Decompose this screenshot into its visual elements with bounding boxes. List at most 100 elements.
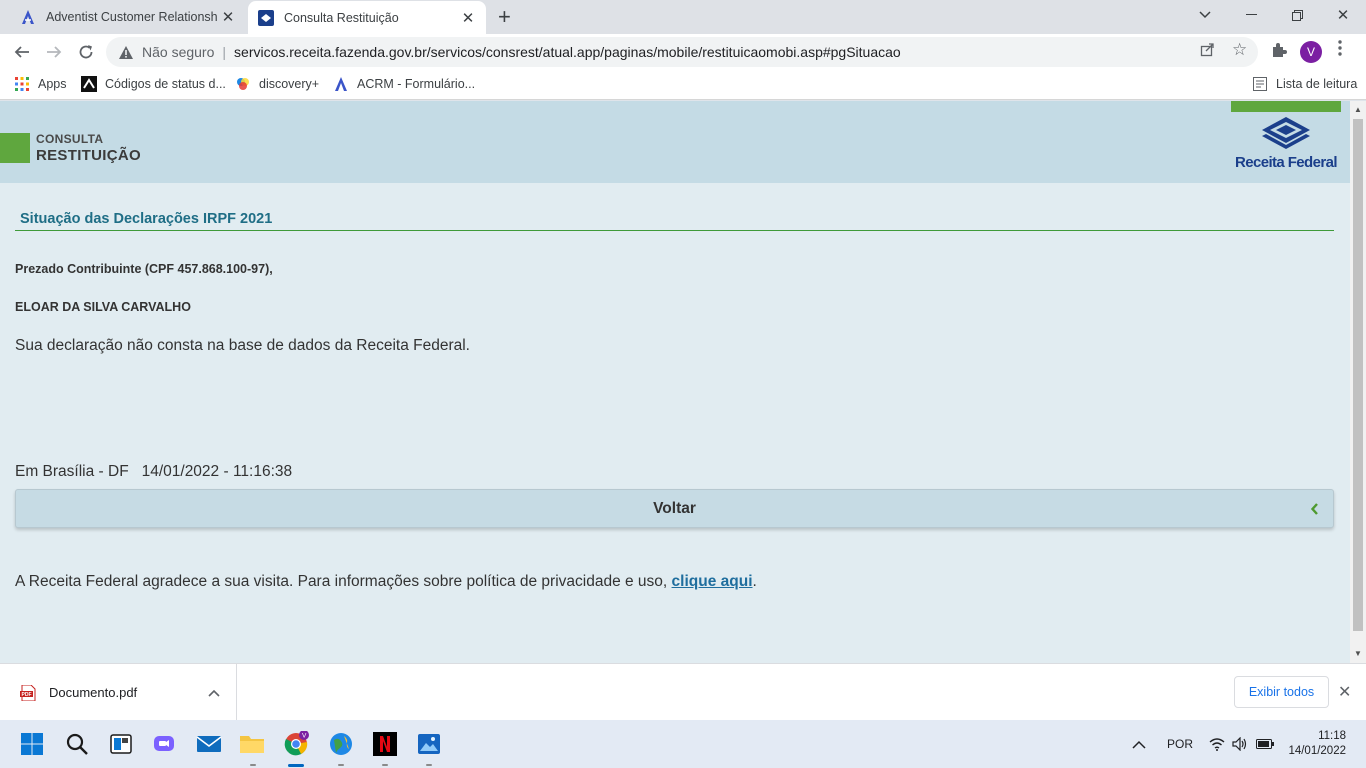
running-indicator (382, 764, 388, 766)
share-icon[interactable] (1200, 42, 1215, 61)
chevron-up-icon[interactable] (208, 685, 220, 700)
bookmark-label: ACRM - Formulário... (357, 77, 476, 91)
close-window-icon[interactable]: ✕ (1320, 0, 1366, 30)
back-icon[interactable] (8, 38, 36, 66)
bookmark-status-codes[interactable]: Códigos de status d... (81, 76, 226, 92)
minimize-icon[interactable] (1228, 0, 1274, 30)
place-date-text: Em Brasília - DF 14/01/2022 - 11:16:38 (15, 463, 293, 480)
restore-icon[interactable] (1274, 0, 1320, 30)
bookmark-discovery[interactable]: discovery+ (235, 76, 319, 92)
close-download-bar-icon[interactable]: ✕ (1338, 682, 1351, 702)
header-line-1: CONSULTA (36, 132, 104, 146)
reading-list-icon (1252, 76, 1268, 92)
menu-kebab-icon[interactable] (1338, 40, 1342, 61)
volume-icon[interactable] (1232, 720, 1248, 768)
tab-close-icon[interactable]: ✕ (218, 8, 238, 26)
netflix-icon[interactable] (369, 728, 401, 760)
scroll-down-icon[interactable]: ▼ (1350, 647, 1366, 661)
chat-icon[interactable] (148, 728, 180, 760)
footer-message: A Receita Federal agradece a sua visita.… (15, 573, 672, 590)
logo-text: Receita Federal (1235, 154, 1337, 171)
extensions-icon[interactable] (1270, 41, 1288, 64)
reading-list-label: Lista de leitura (1276, 77, 1358, 91)
download-filename: Documento.pdf (49, 685, 138, 700)
photos-icon[interactable] (413, 728, 445, 760)
header-line-2: RESTITUIÇÃO (36, 147, 141, 164)
mail-icon[interactable] (193, 728, 225, 760)
bookmark-label: discovery+ (259, 77, 320, 91)
warning-icon[interactable] (118, 44, 134, 60)
pdf-file-icon: PDF (20, 684, 36, 701)
active-app-indicator (288, 764, 304, 767)
footer-end: . (752, 573, 757, 590)
windows-start-icon[interactable] (16, 728, 48, 760)
page-viewport: CONSULTA RESTITUIÇÃO Receita Federal Sit… (0, 101, 1350, 663)
new-tab-icon[interactable]: + (498, 6, 511, 28)
back-button[interactable]: Voltar (15, 489, 1334, 528)
url-text[interactable]: servicos.receita.fazenda.gov.br/servicos… (234, 44, 901, 60)
apps-grid-icon (14, 76, 30, 92)
privacy-link[interactable]: clique aqui (672, 573, 753, 590)
reading-list-button[interactable]: Lista de leitura (1252, 76, 1357, 92)
acrm-favicon-icon (333, 76, 349, 92)
status-message: Sua declaração não consta na base de dad… (15, 337, 470, 354)
browser-globe-icon[interactable] (325, 728, 357, 760)
bookmark-apps[interactable]: Apps (14, 76, 67, 92)
tray-overflow-icon[interactable] (1132, 720, 1146, 768)
svg-text:V: V (302, 733, 307, 740)
windows-taskbar: V POR 11:18 14/01/2022 (0, 720, 1366, 768)
security-label[interactable]: Não seguro (142, 44, 214, 60)
header-accent-bar (1231, 101, 1341, 112)
codes-favicon-icon (81, 76, 97, 92)
tab-adventist[interactable]: Adventist Customer Relationship ✕ (10, 0, 246, 34)
tab-consulta-restituicao[interactable]: Consulta Restituição ✕ (248, 1, 486, 34)
acrm-favicon-icon (20, 9, 36, 25)
running-indicator (338, 764, 344, 766)
download-bar: PDF Documento.pdf Exibir todos ✕ (0, 663, 1366, 721)
profile-avatar[interactable]: V (1300, 41, 1322, 63)
forward-icon[interactable] (40, 38, 68, 66)
receita-favicon-icon (258, 9, 274, 26)
show-all-downloads-button[interactable]: Exibir todos (1234, 676, 1329, 708)
clock-date: 14/01/2022 (1288, 745, 1346, 757)
running-indicator (250, 764, 256, 766)
download-item[interactable]: PDF Documento.pdf (0, 664, 237, 721)
file-explorer-icon[interactable] (236, 728, 268, 760)
browser-toolbar: Não seguro | servicos.receita.fazenda.go… (0, 34, 1366, 70)
clock-time: 11:18 (1318, 730, 1346, 742)
bookmark-label: Apps (38, 77, 67, 91)
scroll-up-icon[interactable]: ▲ (1350, 103, 1366, 117)
bookmarks-bar: Apps Códigos de status d... discovery+ A… (0, 70, 1366, 100)
task-view-icon[interactable] (105, 728, 137, 760)
footer-text: A Receita Federal agradece a sua visita.… (15, 573, 757, 591)
vertical-scrollbar[interactable]: ▲ ▼ (1350, 101, 1366, 663)
back-button-label: Voltar (653, 499, 696, 517)
bookmark-acrm[interactable]: ACRM - Formulário... (333, 76, 475, 92)
running-indicator (426, 764, 432, 766)
discovery-favicon-icon (235, 76, 251, 92)
chrome-icon[interactable]: V (280, 728, 312, 760)
search-icon[interactable] (61, 728, 93, 760)
greeting-text: Prezado Contribuinte (CPF 457.868.100-97… (15, 262, 273, 276)
address-separator: | (222, 44, 227, 60)
svg-text:PDF: PDF (22, 692, 32, 698)
wifi-icon[interactable] (1209, 720, 1225, 768)
input-language[interactable]: POR (1167, 720, 1193, 768)
battery-icon[interactable] (1256, 720, 1274, 768)
system-clock[interactable]: 11:18 14/01/2022 (1288, 729, 1346, 759)
header-accent-block (0, 133, 30, 163)
tab-search-icon[interactable] (1182, 0, 1228, 30)
tab-title: Consulta Restituição (284, 10, 399, 25)
bookmark-star-icon[interactable]: ☆ (1232, 40, 1247, 60)
scroll-thumb[interactable] (1353, 119, 1363, 631)
taxpayer-name: ELOAR DA SILVA CARVALHO (15, 300, 191, 314)
tab-close-icon[interactable]: ✕ (458, 9, 478, 27)
section-title: Situação das Declarações IRPF 2021 (20, 211, 273, 227)
tab-strip: Adventist Customer Relationship ✕ Consul… (0, 0, 1366, 34)
section-divider (15, 230, 1334, 231)
site-header: CONSULTA RESTITUIÇÃO Receita Federal (0, 101, 1350, 183)
chevron-left-icon (1310, 502, 1319, 520)
address-bar[interactable]: Não seguro | servicos.receita.fazenda.go… (106, 37, 1258, 67)
bookmark-label: Códigos de status d... (105, 77, 226, 91)
reload-icon[interactable] (72, 38, 100, 66)
